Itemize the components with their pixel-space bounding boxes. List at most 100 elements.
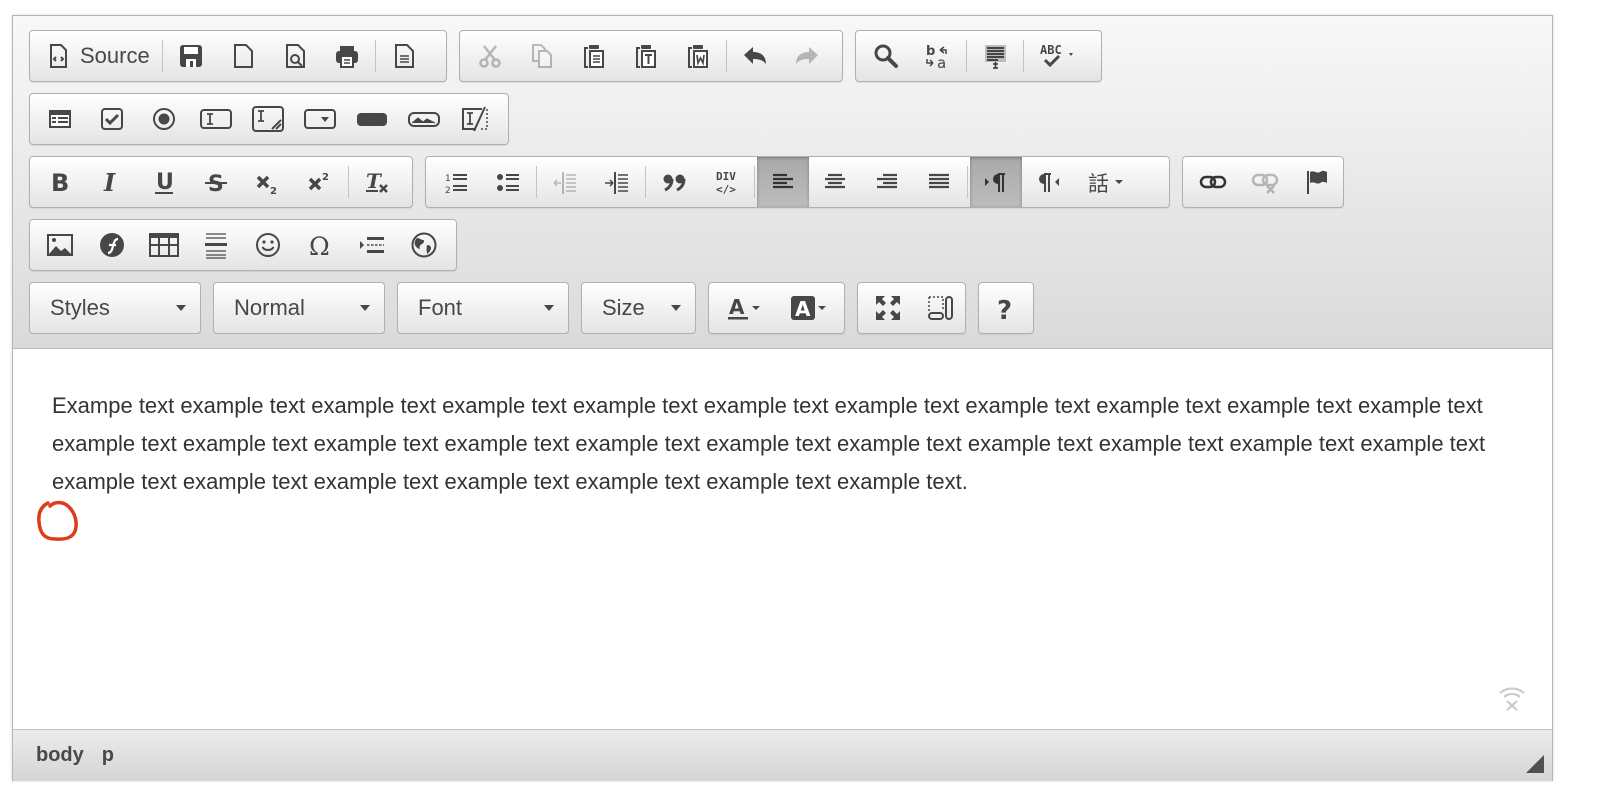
text-color-icon: A	[728, 295, 760, 320]
bold-button[interactable]: B	[34, 157, 86, 207]
blockquote-icon	[663, 174, 686, 192]
remove-format-icon: T	[366, 169, 388, 193]
strikethrough-button[interactable]: S	[190, 157, 242, 207]
link-button[interactable]	[1187, 157, 1239, 207]
bg-color-button[interactable]: A	[777, 283, 841, 333]
toolbar-row-4: Ω	[29, 219, 469, 271]
text-field-icon	[200, 109, 232, 129]
find-button[interactable]	[860, 31, 912, 81]
bulleted-list-button[interactable]	[482, 157, 534, 207]
align-center-button[interactable]	[809, 157, 861, 207]
svg-text:U: U	[156, 170, 174, 195]
bold-icon: B	[51, 169, 69, 196]
align-center-icon	[825, 173, 845, 189]
toolbar-row-2	[29, 93, 521, 145]
image-button-button[interactable]	[398, 94, 450, 144]
select-button[interactable]	[294, 94, 346, 144]
undo-button[interactable]	[729, 31, 781, 81]
create-div-button[interactable]: DIV </>	[700, 157, 752, 207]
checkbox-button[interactable]	[86, 94, 138, 144]
separator	[726, 40, 727, 72]
paste-from-word-button[interactable]	[672, 31, 724, 81]
separator	[536, 166, 537, 198]
horizontal-rule-button[interactable]	[190, 220, 242, 270]
svg-text:T: T	[366, 169, 383, 193]
tools-group	[857, 282, 966, 334]
print-icon	[335, 46, 358, 68]
form-button[interactable]	[34, 94, 86, 144]
editing-area[interactable]: Exampe text example text example text ex…	[13, 349, 1552, 729]
about-button[interactable]: ?	[979, 283, 1031, 333]
preview-button[interactable]	[269, 31, 321, 81]
maximize-button[interactable]	[862, 283, 914, 333]
outdent-icon	[553, 172, 576, 194]
styles-dropdown[interactable]: Styles	[29, 282, 201, 334]
resize-handle[interactable]	[1526, 755, 1544, 773]
table-icon	[149, 233, 179, 257]
flash-button[interactable]	[86, 220, 138, 270]
separator	[1023, 40, 1024, 72]
outdent-button[interactable]	[539, 157, 591, 207]
separator	[374, 40, 376, 72]
show-blocks-button[interactable]	[914, 283, 966, 333]
show-blocks-icon	[928, 296, 953, 320]
size-dropdown[interactable]: Size	[581, 282, 696, 334]
paste-text-button[interactable]	[620, 31, 672, 81]
underline-icon: U	[155, 170, 174, 195]
indent-button[interactable]	[591, 157, 643, 207]
table-button[interactable]	[138, 220, 190, 270]
paste-text-icon	[636, 45, 656, 68]
print-button[interactable]	[321, 31, 373, 81]
ltr-button[interactable]	[970, 157, 1022, 207]
superscript-button[interactable]: 2	[294, 157, 346, 207]
format-dropdown[interactable]: Normal	[213, 282, 385, 334]
textarea-button[interactable]	[242, 94, 294, 144]
text-field-button[interactable]	[190, 94, 242, 144]
unlink-button[interactable]	[1239, 157, 1291, 207]
path-item-p[interactable]: p	[102, 744, 114, 767]
align-right-button[interactable]	[861, 157, 913, 207]
radio-button[interactable]	[138, 94, 190, 144]
smiley-button[interactable]	[242, 220, 294, 270]
templates-button[interactable]	[378, 31, 430, 81]
hidden-field-button[interactable]	[450, 94, 502, 144]
subscript-button[interactable]: 2	[242, 157, 294, 207]
cut-button[interactable]	[464, 31, 516, 81]
special-char-button[interactable]: Ω	[294, 220, 346, 270]
remove-format-button[interactable]: T	[351, 157, 403, 207]
spellcheck-button[interactable]: ABC	[1026, 31, 1090, 81]
italic-button[interactable]: I	[86, 157, 138, 207]
paste-button[interactable]	[568, 31, 620, 81]
page-break-button[interactable]	[346, 220, 398, 270]
toolbar-row-5: Styles Normal Font Size A A ?	[29, 282, 1046, 334]
source-button[interactable]: Source	[34, 31, 160, 81]
copy-button[interactable]	[516, 31, 568, 81]
image-button[interactable]	[34, 220, 86, 270]
iframe-button[interactable]	[398, 220, 450, 270]
select-all-button[interactable]	[969, 31, 1021, 81]
font-dropdown[interactable]: Font	[397, 282, 569, 334]
rtl-button[interactable]	[1022, 157, 1074, 207]
save-button[interactable]	[165, 31, 217, 81]
justify-button[interactable]	[913, 157, 965, 207]
redo-button[interactable]	[781, 31, 833, 81]
replace-button[interactable]: ba	[912, 31, 964, 81]
new-page-button[interactable]	[217, 31, 269, 81]
text-color-button[interactable]: A	[713, 283, 777, 333]
button-button[interactable]	[346, 94, 398, 144]
language-button[interactable]: 話	[1074, 157, 1138, 207]
path-item-body[interactable]: body	[36, 744, 84, 767]
svg-text:2: 2	[270, 186, 277, 196]
content-paragraph[interactable]: Exampe text example text example text ex…	[52, 387, 1522, 501]
svg-text:1: 1	[445, 174, 451, 184]
numbered-list-button[interactable]: 12	[430, 157, 482, 207]
separator	[645, 166, 646, 198]
blockquote-button[interactable]	[648, 157, 700, 207]
align-left-button[interactable]	[757, 157, 809, 207]
anchor-button[interactable]	[1291, 157, 1343, 207]
chevron-down-icon	[176, 305, 186, 311]
underline-button[interactable]: U	[138, 157, 190, 207]
svg-text:話: 話	[1088, 172, 1109, 196]
separator	[754, 166, 755, 198]
svg-text:B: B	[51, 169, 69, 196]
